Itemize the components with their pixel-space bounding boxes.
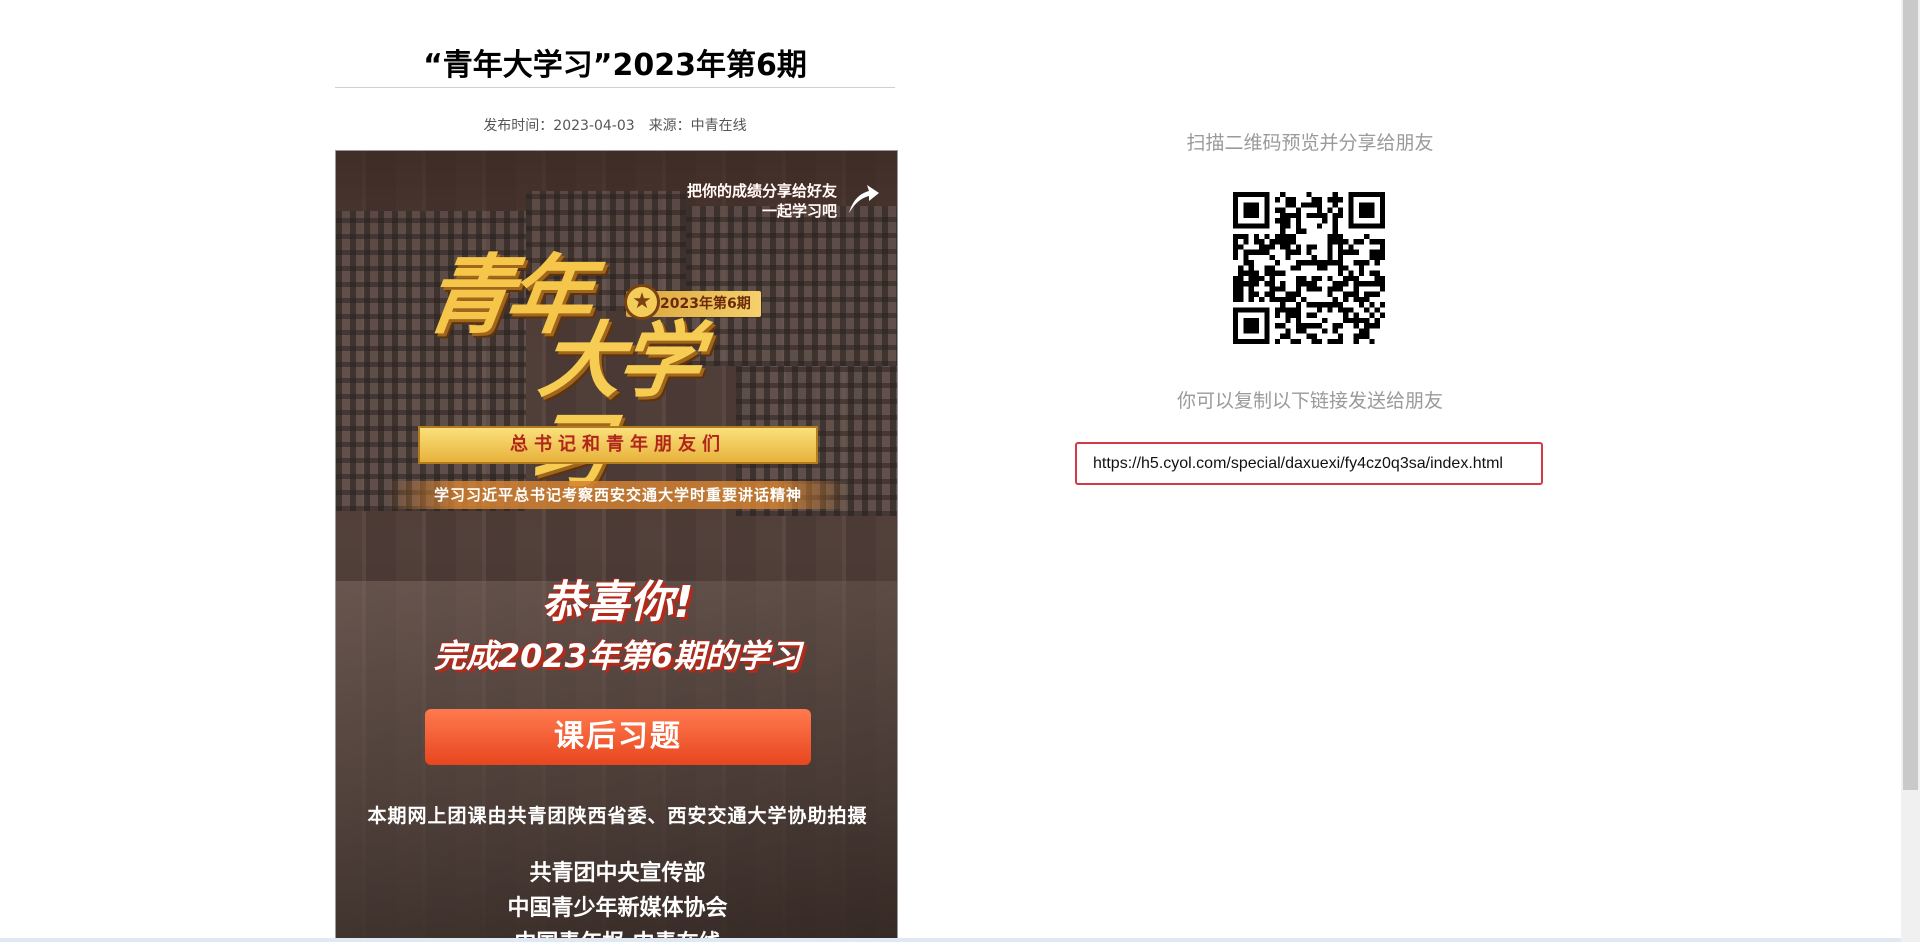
bottom-edge <box>0 938 1901 942</box>
qr-title: 扫描二维码预览并分享给朋友 <box>1186 132 1434 154</box>
publish-time: 发布时间：2023-04-03 <box>483 118 635 134</box>
title-divider <box>335 87 895 88</box>
share-tip: 把你的成绩分享给好友 一起学习吧 <box>686 182 837 220</box>
organizer-list: 共青团中央宣传部 中国青少年新媒体协会 中国青年报·中青在线 <box>336 856 897 942</box>
article-title: “青年大学习”2023年第6期 <box>423 48 807 83</box>
qr-code <box>1233 192 1385 344</box>
organizer-item: 共青团中央宣传部 <box>529 861 706 886</box>
share-arrow-icon[interactable] <box>843 179 881 219</box>
poster-image: 把你的成绩分享给好友 一起学习吧 青年 大学习 2023年第6期 ★ 总书记和青… <box>335 150 898 942</box>
article-meta: 发布时间：2023-04-03 来源：中青在线 <box>335 115 895 135</box>
star-icon: ★ <box>624 284 660 320</box>
congrats-heading: 恭喜你! <box>541 577 694 628</box>
completion-text: 完成2023年第6期的学习 <box>433 637 802 675</box>
scrollbar-thumb[interactable] <box>1903 0 1918 790</box>
link-hint: 你可以复制以下链接发送给朋友 <box>1176 390 1443 412</box>
credit-text: 本期网上团课由共青团陕西省委、西安交通大学协助拍摄 <box>367 805 868 827</box>
exercise-button[interactable]: 课后习题 <box>425 709 811 765</box>
share-link-field[interactable] <box>1075 442 1543 485</box>
banner-subtitle: 学习习近平总书记考察西安交通大学时重要讲话精神 <box>388 481 848 509</box>
banner-title: 总书记和青年朋友们 <box>418 426 818 464</box>
article-source: 来源：中青在线 <box>648 118 747 134</box>
organizer-item: 中国青少年新媒体协会 <box>507 896 728 921</box>
